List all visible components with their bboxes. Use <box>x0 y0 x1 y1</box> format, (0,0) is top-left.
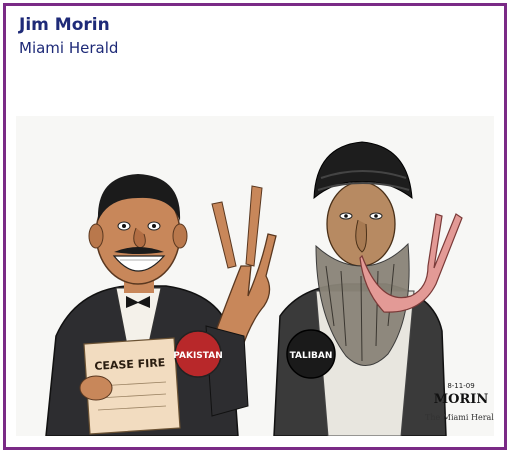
artist-signature: MORIN <box>434 392 489 407</box>
cartoon-frame: Jim Morin Miami Herald CEASE FIRE PAKIST… <box>3 3 507 450</box>
cartoon-date: 8-11-09 <box>447 382 474 390</box>
author-name: Jim Morin <box>19 15 110 35</box>
pakistan-badge-label: PAKISTAN <box>173 351 222 361</box>
publication-name: Miami Herald <box>19 39 119 57</box>
editorial-cartoon: CEASE FIRE PAKISTAN TALIBAN 8-11-09 MORI… <box>16 116 494 436</box>
taliban-badge-label: TALIBAN <box>290 351 333 361</box>
newspaper-credit: The Miami Herald <box>425 413 494 422</box>
